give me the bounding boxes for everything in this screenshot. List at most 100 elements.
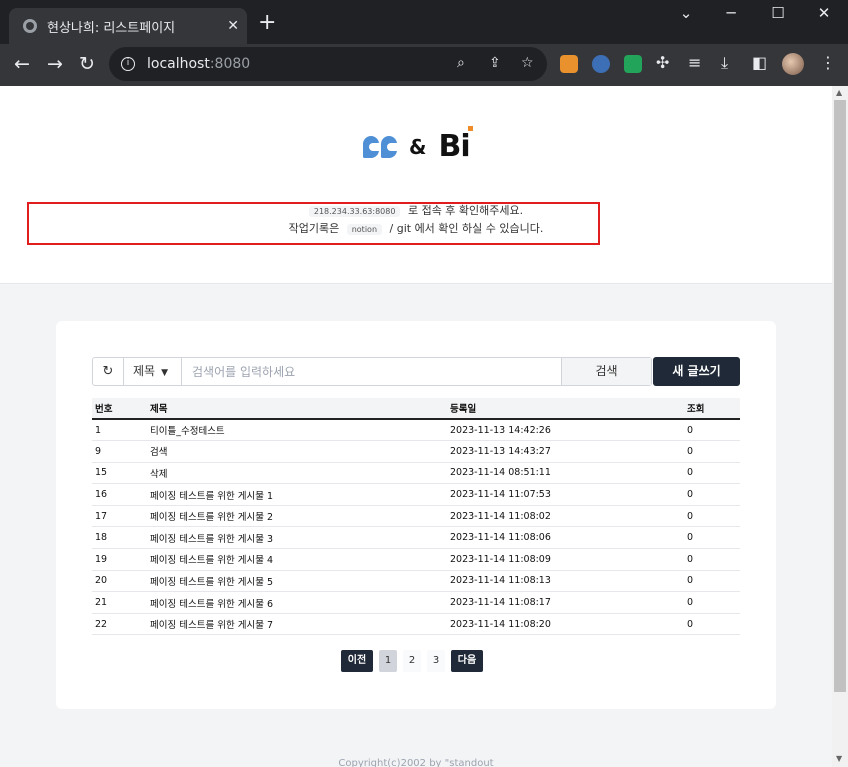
board-card: ↻ 제목▼ 검색 새 글쓰기 번호 제목 등록일 조회 1티이틀_수정테스트20… — [56, 321, 776, 709]
reload-button[interactable]: ↻ — [75, 53, 99, 75]
search-field-select[interactable]: 제목 ▼ — [124, 358, 182, 385]
table-row[interactable]: 1 티이틀_수정테스트 2023-11-13 14:42:26 0 — [92, 419, 740, 442]
close-tab-icon[interactable]: ✕ — [227, 17, 239, 35]
cell-views: 0 — [684, 419, 740, 442]
scrollbar-thumb[interactable] — [834, 100, 846, 692]
cell-date: 2023-11-14 11:08:20 — [447, 613, 684, 636]
hero-section: & Bi 218.234.33.63:8080 로 접속 후 확인해주세요. 작… — [0, 86, 832, 284]
cell-views: 0 — [684, 526, 740, 550]
cell-number: 17 — [92, 505, 147, 528]
cell-title[interactable]: 삭제 — [147, 462, 447, 485]
refresh-icon[interactable]: ↻ — [93, 358, 124, 385]
cell-date: 2023-11-14 11:08:09 — [447, 548, 684, 571]
search-button[interactable]: 검색 — [561, 358, 651, 385]
globe-icon — [23, 19, 37, 33]
table-row[interactable]: 16 페이징 테스트를 위한 게시물 1 2023-11-14 11:07:53 0 — [92, 483, 740, 506]
table-row[interactable]: 15 삭제 2023-11-14 08:51:11 0 — [92, 462, 740, 485]
download-icon[interactable]: ⤓ — [721, 53, 728, 73]
table-row[interactable]: 17 페이징 테스트를 위한 게시물 2 2023-11-14 11:08:02 0 — [92, 505, 740, 528]
cell-views: 0 — [684, 483, 740, 506]
header-number: 번호 — [92, 398, 147, 420]
browser-tab[interactable]: 현상나희: 리스트페이지 ✕ — [9, 8, 247, 44]
search-bar: ↻ 제목 ▼ 검색 — [92, 357, 652, 386]
extensions-puzzle-icon[interactable]: ✣ — [656, 53, 669, 72]
search-input[interactable] — [182, 358, 561, 385]
cell-views: 0 — [684, 591, 740, 614]
cell-number: 21 — [92, 591, 147, 614]
search-field-value: 제목 — [133, 364, 156, 378]
new-tab-button[interactable]: + — [258, 12, 276, 34]
cell-date: 2023-11-13 14:42:26 — [447, 419, 684, 442]
new-post-button[interactable]: 새 글쓰기 — [653, 357, 740, 386]
table-row[interactable]: 19 페이징 테스트를 위한 게시물 4 2023-11-14 11:08:09 0 — [92, 548, 740, 571]
next-page-button[interactable]: 다음 — [451, 650, 483, 672]
extension-play-icon[interactable] — [624, 55, 642, 73]
cell-number: 9 — [92, 440, 147, 463]
cell-title[interactable]: 페이징 테스트를 위한 게시물 6 — [147, 591, 447, 614]
zoom-icon[interactable]: ⌕ — [457, 55, 465, 71]
chevron-down-icon: ▼ — [161, 368, 169, 378]
side-panel-icon[interactable]: ◧ — [752, 53, 767, 72]
address-bar[interactable]: i localhost :8080 ⌕ ⇪ ☆ — [109, 47, 547, 81]
table-row[interactable]: 18 페이징 테스트를 위한 게시물 3 2023-11-14 11:08:06 0 — [92, 526, 740, 550]
url-host: localhost — [147, 56, 210, 72]
table-row[interactable]: 22 페이징 테스트를 위한 게시물 7 2023-11-14 11:08:20 0 — [92, 613, 740, 636]
logo-ampersand: & — [409, 134, 427, 159]
scroll-down-arrow-icon[interactable]: ▼ — [836, 754, 842, 763]
cell-date: 2023-11-14 11:07:53 — [447, 483, 684, 506]
logo-cc-mark — [363, 135, 399, 158]
menu-kebab-icon[interactable]: ⋮ — [820, 53, 836, 72]
bookmark-star-icon[interactable]: ☆ — [521, 55, 534, 71]
page-viewport: & Bi 218.234.33.63:8080 로 접속 후 확인해주세요. 작… — [0, 86, 832, 767]
tab-title: 현상나희: 리스트페이지 — [47, 20, 176, 36]
tab-strip: 현상나희: 리스트페이지 ✕ + ⌄ ─ ☐ ✕ — [0, 0, 848, 44]
cell-title[interactable]: 페이징 테스트를 위한 게시물 7 — [147, 613, 447, 636]
table-row[interactable]: 9 검색 2023-11-13 14:43:27 0 — [92, 440, 740, 463]
cell-title[interactable]: 페이징 테스트를 위한 게시물 3 — [147, 526, 447, 550]
tab-search-icon[interactable]: ⌄ — [671, 4, 701, 22]
forward-button[interactable]: → — [43, 53, 67, 75]
page-2-button[interactable]: 2 — [403, 650, 421, 672]
share-icon[interactable]: ⇪ — [489, 55, 501, 71]
cell-views: 0 — [684, 570, 740, 593]
cell-date: 2023-11-14 08:51:11 — [447, 462, 684, 485]
cell-number: 20 — [92, 570, 147, 593]
cell-views: 0 — [684, 548, 740, 571]
page-1-button[interactable]: 1 — [379, 650, 397, 672]
cell-number: 16 — [92, 483, 147, 506]
site-info-icon[interactable]: i — [121, 57, 135, 71]
cell-title[interactable]: 페이징 테스트를 위한 게시물 4 — [147, 548, 447, 571]
vertical-scrollbar[interactable]: ▲ ▼ — [832, 86, 848, 767]
cell-title[interactable]: 티이틀_수정테스트 — [147, 419, 447, 442]
scroll-up-arrow-icon[interactable]: ▲ — [836, 88, 842, 97]
cell-number: 19 — [92, 548, 147, 571]
table-header-row: 번호 제목 등록일 조회 — [92, 398, 740, 420]
cell-number: 15 — [92, 462, 147, 485]
extension-person-icon[interactable] — [560, 55, 578, 73]
cell-date: 2023-11-14 11:08:02 — [447, 505, 684, 528]
table-row[interactable]: 21 페이징 테스트를 위한 게시물 6 2023-11-14 11:08:17 0 — [92, 591, 740, 614]
cell-number: 18 — [92, 526, 147, 550]
cell-title[interactable]: 페이징 테스트를 위한 게시물 2 — [147, 505, 447, 528]
cell-title[interactable]: 페이징 테스트를 위한 게시물 1 — [147, 483, 447, 506]
cell-date: 2023-11-13 14:43:27 — [447, 440, 684, 463]
url-port: :8080 — [209, 56, 251, 72]
table-row[interactable]: 20 페이징 테스트를 위한 게시물 5 2023-11-14 11:08:13 0 — [92, 570, 740, 593]
cell-title[interactable]: 페이징 테스트를 위한 게시물 5 — [147, 570, 447, 593]
cell-title[interactable]: 검색 — [147, 440, 447, 463]
cell-date: 2023-11-14 11:08:17 — [447, 591, 684, 614]
logo-bi: Bi — [438, 126, 473, 164]
extension-bolt-icon[interactable] — [592, 55, 610, 73]
profile-avatar[interactable] — [782, 53, 804, 75]
cell-views: 0 — [684, 613, 740, 636]
media-queue-icon[interactable]: ≡ — [688, 53, 701, 72]
cell-number: 22 — [92, 613, 147, 636]
site-logo[interactable]: & Bi — [363, 126, 473, 164]
close-window-button[interactable]: ✕ — [809, 4, 839, 22]
minimize-button[interactable]: ─ — [716, 4, 746, 22]
maximize-button[interactable]: ☐ — [763, 4, 793, 22]
post-table: 번호 제목 등록일 조회 1 티이틀_수정테스트 2023-11-13 14:42:… — [92, 398, 740, 636]
page-3-button[interactable]: 3 — [427, 650, 445, 672]
prev-page-button[interactable]: 이전 — [341, 650, 373, 672]
back-button[interactable]: ← — [10, 53, 34, 75]
